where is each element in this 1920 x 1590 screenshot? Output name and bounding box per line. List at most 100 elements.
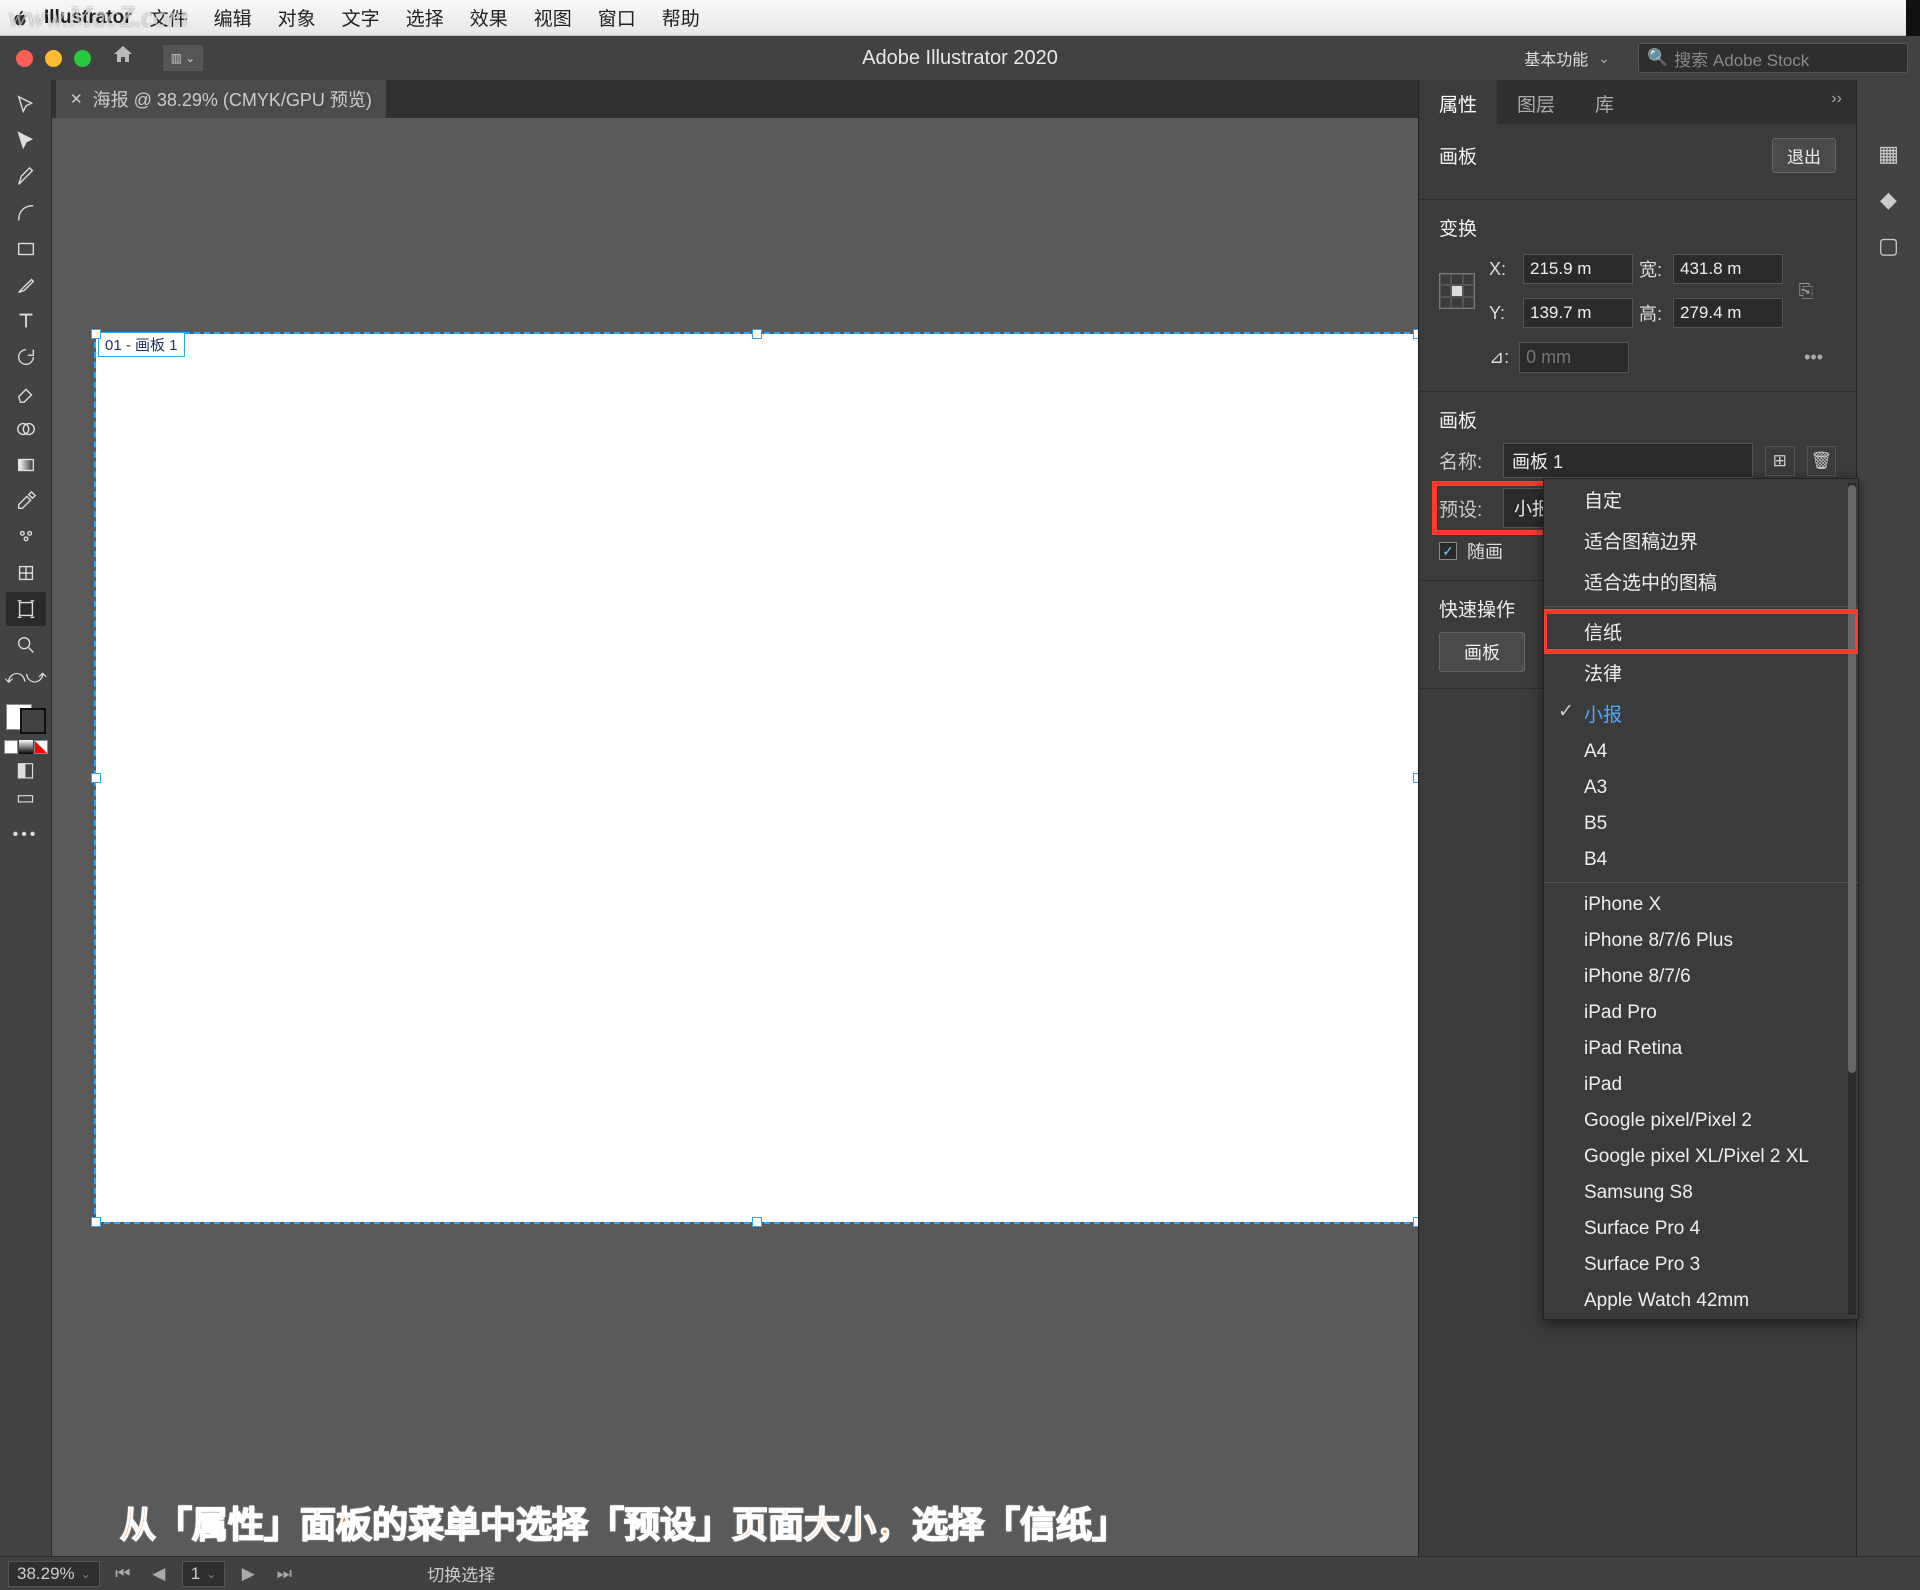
preset-option[interactable]: A3 <box>1544 770 1858 806</box>
x-field[interactable] <box>1523 254 1633 284</box>
w-field[interactable] <box>1673 254 1783 284</box>
gradient-tool[interactable] <box>6 448 46 482</box>
tab-libraries[interactable]: 库 <box>1575 80 1634 124</box>
y-field[interactable] <box>1523 298 1633 328</box>
arrange-documents-button[interactable]: ▥ ⌄ <box>163 45 203 71</box>
draw-mode-icon[interactable]: ◧ <box>6 756 46 782</box>
document-tab[interactable]: ✕ 海报 @ 38.29% (CMYK/GPU 预览) <box>56 80 386 118</box>
slice-tool[interactable] <box>6 556 46 590</box>
workspace-switcher[interactable]: 基本功能 <box>1514 42 1620 74</box>
home-icon[interactable] <box>111 43 135 73</box>
screen-mode-icon[interactable]: ▭ <box>6 784 46 810</box>
preset-option[interactable]: iPad Pro <box>1544 995 1858 1031</box>
preset-option[interactable]: Google pixel XL/Pixel 2 XL <box>1544 1139 1858 1175</box>
preset-option[interactable]: Samsung S8 <box>1544 1175 1858 1211</box>
menu-help[interactable]: 帮助 <box>662 4 700 31</box>
preset-option[interactable]: 信纸 <box>1544 611 1858 652</box>
screenshot-edge <box>1906 0 1920 36</box>
curvature-tool[interactable] <box>6 196 46 230</box>
minimize-window-button[interactable] <box>45 50 62 67</box>
color-mode-solid[interactable] <box>4 740 18 754</box>
preset-option[interactable]: Google pixel/Pixel 2 <box>1544 1103 1858 1139</box>
stroke-swatch[interactable] <box>20 708 46 734</box>
eyedropper-tool[interactable] <box>6 484 46 518</box>
move-artwork-checkbox[interactable]: ✓ <box>1439 542 1457 560</box>
preset-option[interactable]: iPad Retina <box>1544 1031 1858 1067</box>
zoom-tool[interactable] <box>6 628 46 662</box>
reference-point-picker[interactable] <box>1439 273 1475 309</box>
symbol-sprayer-tool[interactable] <box>6 520 46 554</box>
h-field[interactable] <box>1673 298 1783 328</box>
exit-artboard-button[interactable]: 退出 <box>1772 138 1836 173</box>
menu-object[interactable]: 对象 <box>278 4 316 31</box>
preset-option[interactable]: Surface Pro 3 <box>1544 1247 1858 1283</box>
shape-builder-tool[interactable] <box>6 412 46 446</box>
swap-fill-stroke-icon[interactable]: ⤺⤻ <box>6 664 46 690</box>
more-options-icon[interactable]: ••• <box>1804 347 1823 368</box>
new-artboard-icon[interactable]: ⊞ <box>1765 446 1795 476</box>
menu-view[interactable]: 视图 <box>534 4 572 31</box>
artboard[interactable] <box>96 334 1418 1222</box>
close-window-button[interactable] <box>16 50 33 67</box>
first-artboard-button[interactable]: ⏮ <box>110 1562 136 1586</box>
x-label: X: <box>1489 259 1517 280</box>
menu-window[interactable]: 窗口 <box>598 4 636 31</box>
close-tab-icon[interactable]: ✕ <box>70 90 83 108</box>
preset-option[interactable]: iPhone X <box>1544 887 1858 923</box>
menu-effect[interactable]: 效果 <box>470 4 508 31</box>
artboard-bounds[interactable]: 01 - 画板 1 <box>96 334 1418 1222</box>
preset-option[interactable]: Apple Watch 42mm <box>1544 1283 1858 1319</box>
collapse-panel-icon[interactable]: ›› <box>1817 80 1856 124</box>
dock-layers-icon[interactable]: ◆ <box>1872 186 1906 214</box>
preset-option[interactable]: 小报 <box>1544 693 1858 734</box>
menu-edit[interactable]: 编辑 <box>214 4 252 31</box>
edit-toolbar-button[interactable]: ••• <box>13 826 39 844</box>
preset-option[interactable]: B4 <box>1544 842 1858 878</box>
color-mode-gradient[interactable] <box>19 740 33 754</box>
rectangle-tool[interactable] <box>6 232 46 266</box>
paintbrush-tool[interactable] <box>6 268 46 302</box>
resize-handle-bl[interactable] <box>91 1217 101 1227</box>
direct-selection-tool[interactable] <box>6 124 46 158</box>
next-artboard-button[interactable]: ▶ <box>235 1562 261 1586</box>
type-tool[interactable] <box>6 304 46 338</box>
selection-tool[interactable] <box>6 88 46 122</box>
zoom-field[interactable]: 38.29% <box>8 1561 100 1587</box>
dock-libraries-icon[interactable]: ▢ <box>1872 232 1906 260</box>
preset-option[interactable]: iPad <box>1544 1067 1858 1103</box>
prev-artboard-button[interactable]: ◀ <box>146 1562 172 1586</box>
resize-handle-tl[interactable] <box>91 329 101 339</box>
preset-option[interactable]: B5 <box>1544 806 1858 842</box>
tab-properties[interactable]: 属性 <box>1419 80 1497 124</box>
canvas-area[interactable]: 01 - 画板 1 <box>52 118 1418 1556</box>
preset-option[interactable]: 适合图稿边界 <box>1544 520 1858 561</box>
resize-handle-ml[interactable] <box>91 773 101 783</box>
last-artboard-button[interactable]: ⏭ <box>271 1562 297 1586</box>
tab-layers[interactable]: 图层 <box>1497 80 1575 124</box>
preset-option[interactable]: 适合选中的图稿 <box>1544 561 1858 602</box>
menu-file[interactable]: 文件 <box>150 4 188 31</box>
menu-select[interactable]: 选择 <box>406 4 444 31</box>
delete-artboard-icon[interactable]: 🗑 <box>1807 446 1837 476</box>
preset-option[interactable]: A4 <box>1544 734 1858 770</box>
artboard-name-field[interactable] <box>1503 443 1753 478</box>
artboard-index-field[interactable]: 1 <box>182 1561 226 1587</box>
preset-option[interactable]: iPhone 8/7/6 <box>1544 959 1858 995</box>
eraser-tool[interactable] <box>6 376 46 410</box>
resize-handle-tm[interactable] <box>752 329 762 339</box>
dock-properties-icon[interactable]: ▦ <box>1872 140 1906 168</box>
resize-handle-bm[interactable] <box>752 1217 762 1227</box>
adobe-stock-search[interactable]: 🔍 搜索 Adobe Stock <box>1638 43 1908 73</box>
lock-aspect-icon[interactable]: ⎘ <box>1789 281 1823 302</box>
preset-option[interactable]: iPhone 8/7/6 Plus <box>1544 923 1858 959</box>
menu-type[interactable]: 文字 <box>342 4 380 31</box>
artboard-tool[interactable] <box>6 592 46 626</box>
color-mode-none[interactable] <box>34 740 48 754</box>
preset-option[interactable]: 自定 <box>1544 479 1858 520</box>
pen-tool[interactable] <box>6 160 46 194</box>
zoom-window-button[interactable] <box>74 50 91 67</box>
preset-option[interactable]: 法律 <box>1544 652 1858 693</box>
rotate-tool[interactable] <box>6 340 46 374</box>
preset-option[interactable]: Surface Pro 4 <box>1544 1211 1858 1247</box>
artboard-options-button[interactable]: 画板 <box>1439 632 1525 672</box>
